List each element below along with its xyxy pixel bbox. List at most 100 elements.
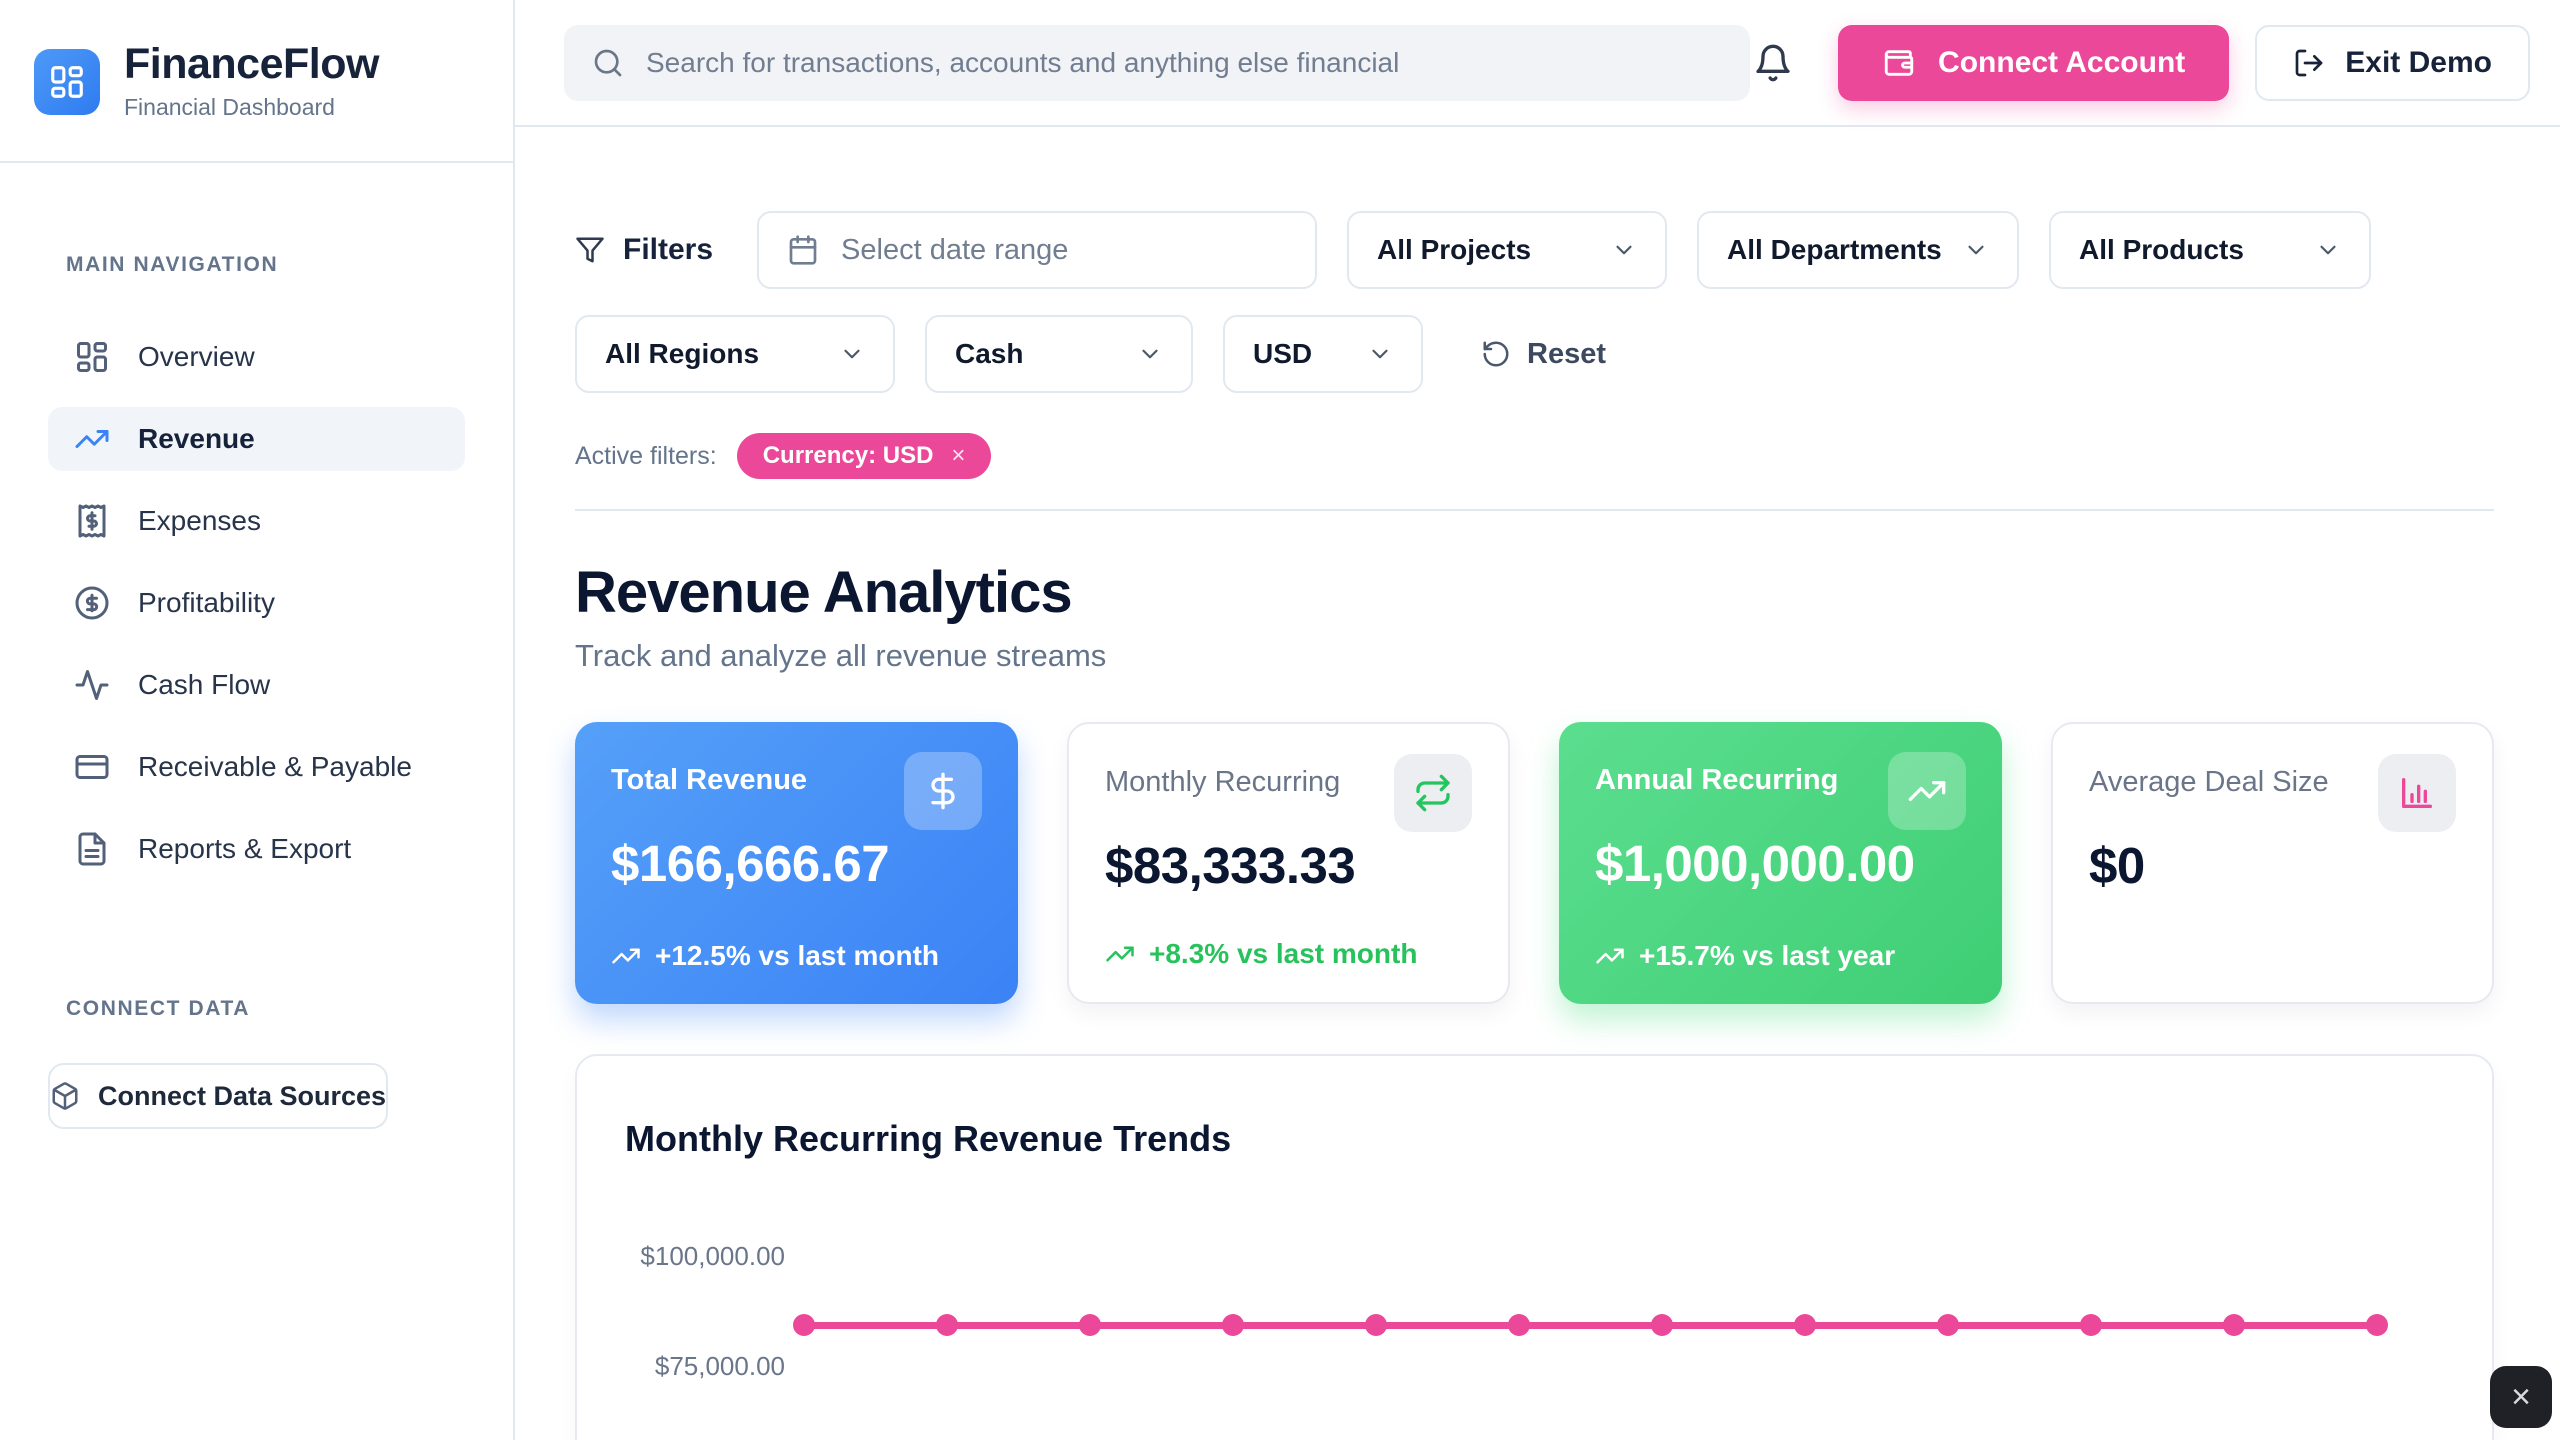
kpi-change: +8.3% vs last month xyxy=(1105,936,1435,972)
filters-title: Filters xyxy=(575,233,713,267)
connect-data-sources-button[interactable]: Connect Data Sources xyxy=(48,1063,388,1129)
active-filters-row: Active filters: Currency: USD × xyxy=(575,433,2494,479)
sidebar-item-label: Profitability xyxy=(138,587,275,619)
connect-account-label: Connect Account xyxy=(1938,46,2185,80)
kpi-value: $1,000,000.00 xyxy=(1595,834,1966,893)
sidebar-item-label: Cash Flow xyxy=(138,669,270,701)
sidebar-item-reports-export[interactable]: Reports & Export xyxy=(48,817,465,881)
date-range-placeholder: Select date range xyxy=(841,234,1068,267)
sidebar-item-label: Reports & Export xyxy=(138,833,351,865)
close-overlay-button[interactable]: × xyxy=(2490,1366,2552,1428)
app-tagline: Financial Dashboard xyxy=(124,94,379,121)
kpi-value: $0 xyxy=(2089,836,2456,895)
page-content: Filters Select date range All Projects A… xyxy=(515,127,2560,1440)
notifications-bell-button[interactable] xyxy=(1753,43,1793,83)
app-logo xyxy=(34,49,100,115)
calendar-icon xyxy=(787,234,819,266)
sidebar-item-revenue[interactable]: Revenue xyxy=(48,407,465,471)
kpi-change-text: +15.7% vs last year xyxy=(1639,938,1895,974)
sidebar-item-label: Overview xyxy=(138,341,255,373)
chip-label: Currency: USD xyxy=(763,442,934,470)
products-dropdown[interactable]: All Products xyxy=(2049,211,2371,289)
sidebar-item-overview[interactable]: Overview xyxy=(48,325,465,389)
kpi-card-average-deal-size: Average Deal Size $0 xyxy=(2051,722,2494,1004)
cash-basis-dropdown[interactable]: Cash xyxy=(925,315,1193,393)
sidebar-item-profitability[interactable]: Profitability xyxy=(48,571,465,635)
chart-data-point xyxy=(793,1314,815,1336)
date-range-input[interactable]: Select date range xyxy=(757,211,1317,289)
kpi-title: Annual Recurring xyxy=(1595,764,1838,797)
sidebar-item-cash-flow[interactable]: Cash Flow xyxy=(48,653,465,717)
y-axis-tick: $75,000.00 xyxy=(617,1351,785,1382)
chart-data-point xyxy=(1937,1314,1959,1336)
currency-dropdown-value: USD xyxy=(1253,338,1312,370)
page-title: Revenue Analytics xyxy=(575,559,2494,626)
chevron-down-icon xyxy=(2315,237,2341,263)
active-filter-chip-currency[interactable]: Currency: USD × xyxy=(737,433,992,479)
trending-up-icon xyxy=(1105,939,1135,969)
chip-remove-icon[interactable]: × xyxy=(951,442,965,470)
kpi-cards: Total Revenue $166,666.67 +12.5% vs last… xyxy=(575,722,2494,1004)
global-search[interactable] xyxy=(564,25,1750,101)
cash-basis-dropdown-value: Cash xyxy=(955,338,1023,370)
exit-demo-button[interactable]: Exit Demo xyxy=(2255,25,2530,101)
connect-data-sources-label: Connect Data Sources xyxy=(98,1081,386,1112)
departments-dropdown[interactable]: All Departments xyxy=(1697,211,2019,289)
nav-section-label: MAIN NAVIGATION xyxy=(66,253,465,277)
reset-filters-button[interactable]: Reset xyxy=(1481,338,1606,371)
main-area: Connect Account Exit Demo Filters Select… xyxy=(515,0,2560,1440)
bell-icon xyxy=(1753,43,1793,83)
section-divider xyxy=(575,509,2494,511)
kpi-card-annual-recurring: Annual Recurring $1,000,000.00 +15.7% vs… xyxy=(1559,722,2002,1004)
dollar-sign-icon xyxy=(923,771,963,811)
search-icon xyxy=(592,47,624,79)
trending-up-icon xyxy=(611,941,641,971)
chart-data-point xyxy=(936,1314,958,1336)
package-icon xyxy=(50,1081,80,1111)
chart-data-point xyxy=(1222,1314,1244,1336)
kpi-title: Average Deal Size xyxy=(2089,766,2329,799)
log-out-icon xyxy=(2293,47,2325,79)
kpi-change: +15.7% vs last year xyxy=(1595,938,1925,974)
kpi-iconbox xyxy=(1394,754,1472,832)
kpi-title: Total Revenue xyxy=(611,764,807,797)
sidebar-item-receivable-payable[interactable]: Receivable & Payable xyxy=(48,735,465,799)
file-text-icon xyxy=(74,831,110,867)
kpi-card-total-revenue: Total Revenue $166,666.67 +12.5% vs last… xyxy=(575,722,1018,1004)
chart-series-line xyxy=(804,1322,2377,1329)
kpi-card-monthly-recurring: Monthly Recurring $83,333.33 +8.3% vs la… xyxy=(1067,722,1510,1004)
kpi-title: Monthly Recurring xyxy=(1105,766,1340,799)
layout-dashboard-icon xyxy=(74,339,110,375)
filters-row-1: Filters Select date range All Projects A… xyxy=(575,211,2494,289)
layout-dashboard-icon xyxy=(48,63,86,101)
topbar: Connect Account Exit Demo xyxy=(515,0,2560,127)
rotate-ccw-icon xyxy=(1481,339,1511,369)
filters-label: Filters xyxy=(623,233,713,267)
chart-data-point xyxy=(1508,1314,1530,1336)
connect-data-section-label: CONNECT DATA xyxy=(66,997,465,1021)
kpi-change-text: +12.5% vs last month xyxy=(655,938,939,974)
trending-up-icon xyxy=(1907,771,1947,811)
credit-card-icon xyxy=(74,749,110,785)
chevron-down-icon xyxy=(1367,341,1393,367)
connect-account-button[interactable]: Connect Account xyxy=(1838,25,2229,101)
chart-data-point xyxy=(2080,1314,2102,1336)
chevron-down-icon xyxy=(1137,341,1163,367)
active-filters-label: Active filters: xyxy=(575,442,717,471)
kpi-value: $166,666.67 xyxy=(611,834,982,893)
kpi-iconbox xyxy=(1888,752,1966,830)
regions-dropdown[interactable]: All Regions xyxy=(575,315,895,393)
exit-demo-label: Exit Demo xyxy=(2345,46,2492,80)
sidebar-item-label: Expenses xyxy=(138,505,261,537)
chart-data-point xyxy=(1365,1314,1387,1336)
sidebar-item-expenses[interactable]: Expenses xyxy=(48,489,465,553)
search-input[interactable] xyxy=(646,47,1722,79)
currency-dropdown[interactable]: USD xyxy=(1223,315,1423,393)
projects-dropdown[interactable]: All Projects xyxy=(1347,211,1667,289)
chart-data-point xyxy=(1079,1314,1101,1336)
chevron-down-icon xyxy=(1611,237,1637,263)
bar-chart-icon xyxy=(2397,773,2437,813)
filters-row-2: All Regions Cash USD Reset xyxy=(575,315,2494,393)
app-name: FinanceFlow xyxy=(124,42,379,87)
activity-icon xyxy=(74,667,110,703)
